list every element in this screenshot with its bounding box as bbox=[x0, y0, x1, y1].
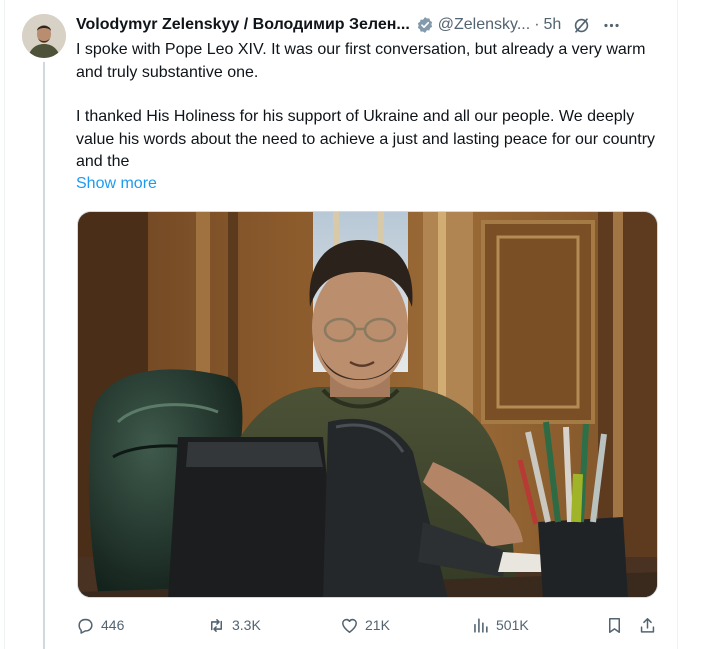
show-more-link[interactable]: Show more bbox=[76, 175, 157, 193]
heart-icon bbox=[342, 618, 357, 633]
author-avatar[interactable] bbox=[22, 14, 66, 58]
tweet-timestamp[interactable]: 5h bbox=[544, 16, 562, 34]
tweet-photo[interactable] bbox=[77, 211, 658, 598]
author-handle[interactable]: @Zelensky... bbox=[438, 16, 530, 34]
reply-count: 446 bbox=[101, 617, 125, 633]
verified-badge-icon bbox=[416, 16, 434, 34]
share-icon bbox=[640, 617, 655, 633]
share-button[interactable] bbox=[638, 613, 657, 637]
tweet-actions: 446 3.3K 21K 501K bbox=[76, 613, 662, 637]
views-count: 501K bbox=[496, 617, 529, 633]
thread-connector-line bbox=[43, 62, 45, 649]
like-button[interactable]: 21K bbox=[340, 613, 390, 637]
avatar-image bbox=[22, 14, 66, 58]
tweet-text: I spoke with Pope Leo XIV. It was our fi… bbox=[76, 39, 661, 174]
photo-image bbox=[78, 212, 657, 597]
repost-count: 3.3K bbox=[232, 617, 261, 633]
bookmark-icon bbox=[608, 617, 621, 633]
bookmark-button[interactable] bbox=[605, 613, 624, 637]
tweet-header: Volodymyr Zelenskyy / Володимир Зелен...… bbox=[76, 14, 666, 36]
grok-icon[interactable] bbox=[571, 15, 591, 35]
header-separator: · bbox=[534, 16, 540, 33]
views-button[interactable]: 501K bbox=[471, 613, 529, 637]
like-count: 21K bbox=[365, 617, 390, 633]
reply-icon bbox=[78, 618, 93, 634]
tweet-paragraph: I spoke with Pope Leo XIV. It was our fi… bbox=[76, 41, 646, 81]
views-icon bbox=[474, 617, 488, 633]
timeline-left-border bbox=[4, 0, 5, 649]
repost-button[interactable]: 3.3K bbox=[207, 613, 261, 637]
tweet-paragraph: I thanked His Holiness for his support o… bbox=[76, 108, 656, 171]
more-icon[interactable] bbox=[601, 15, 621, 35]
repost-icon bbox=[210, 618, 223, 632]
reply-button[interactable]: 446 bbox=[76, 613, 124, 637]
author-name[interactable]: Volodymyr Zelenskyy / Володимир Зелен... bbox=[76, 16, 410, 34]
timeline-right-border bbox=[677, 0, 678, 649]
